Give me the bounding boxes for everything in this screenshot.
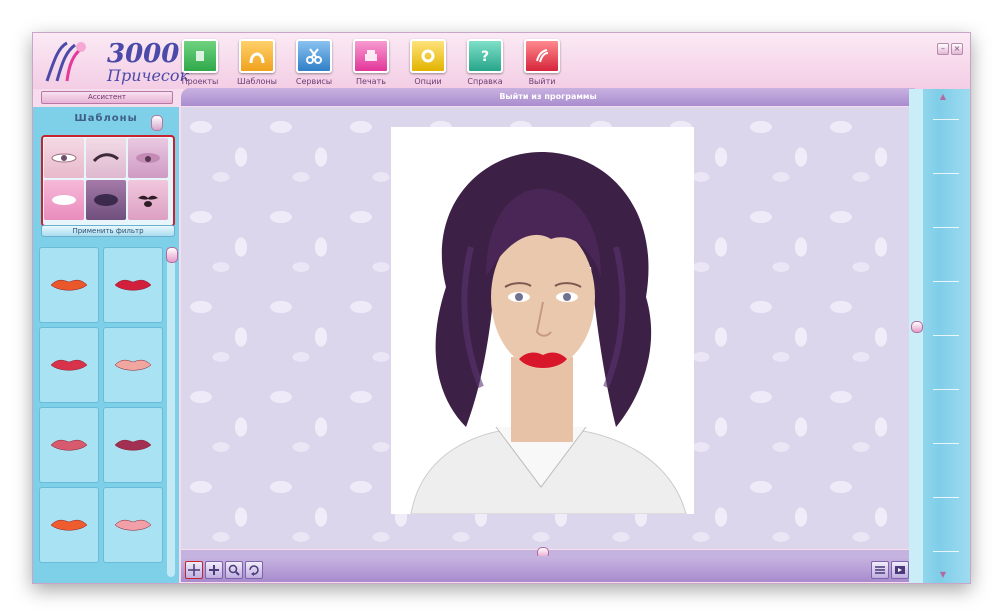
lip-item[interactable] <box>39 327 99 403</box>
lip-item[interactable] <box>103 407 163 483</box>
filter-eyes-2[interactable] <box>128 138 168 178</box>
logo-number: 3000 <box>107 39 180 69</box>
list-view-button[interactable] <box>871 561 889 579</box>
canvas-title: Выйти из программы <box>181 88 915 106</box>
top-toolbar: 3000 Причесок Проекты Шаблоны Сервисы Пе… <box>33 33 970 89</box>
pan-tool-button[interactable] <box>205 561 223 579</box>
magnifier-icon <box>228 564 240 576</box>
filter-grid <box>41 135 175 227</box>
logo-word: Причесок <box>107 66 190 85</box>
preview-icon <box>895 566 905 574</box>
lip-item[interactable] <box>103 247 163 323</box>
lips-grid <box>39 247 165 581</box>
apply-filter-button[interactable]: Применить фильтр <box>41 225 175 237</box>
pan-icon <box>209 565 219 575</box>
lips-icon <box>52 195 76 205</box>
lips-icon <box>114 279 152 291</box>
close-button[interactable]: × <box>951 43 963 55</box>
lip-item[interactable] <box>103 327 163 403</box>
panel-divider <box>933 443 959 444</box>
lip-item[interactable] <box>39 247 99 323</box>
workspace-canvas[interactable] <box>181 107 909 549</box>
exit-icon <box>524 39 560 73</box>
templates-panel: Шаблоны Применить фильтр <box>33 107 179 583</box>
right-scroll-thumb[interactable] <box>911 321 923 333</box>
panel-divider <box>933 551 959 552</box>
lips-icon <box>114 439 152 451</box>
projects-icon <box>182 39 218 73</box>
templates-icon <box>239 39 275 73</box>
portrait-image <box>410 152 687 514</box>
lips-scroll-thumb[interactable] <box>166 247 178 263</box>
lips-icon <box>114 519 152 531</box>
preview-button[interactable] <box>891 561 909 579</box>
filter-eyes-1[interactable] <box>44 138 84 178</box>
right-panel: ▲ ▼ <box>909 89 970 583</box>
services-button[interactable]: Сервисы <box>287 39 341 87</box>
panel-divider <box>933 119 959 120</box>
filter-brows[interactable] <box>86 138 126 178</box>
lips-icon <box>114 359 152 371</box>
help-icon: ? <box>467 39 503 73</box>
svg-text:?: ? <box>481 49 489 65</box>
lip-item[interactable] <box>39 487 99 563</box>
lip-item[interactable] <box>103 487 163 563</box>
zoom-tool-button[interactable] <box>225 561 243 579</box>
panel-divider <box>933 497 959 498</box>
bottom-toolbar <box>181 556 915 582</box>
right-scrollbar[interactable] <box>909 89 923 583</box>
select-tool-button[interactable] <box>185 561 203 579</box>
templates-button[interactable]: Шаблоны <box>230 39 284 87</box>
help-button[interactable]: ? Справка <box>458 39 512 87</box>
eye-shadow-icon <box>136 153 160 163</box>
print-button[interactable]: Печать <box>344 39 398 87</box>
assistant-button[interactable]: Ассистент <box>41 91 173 104</box>
templates-scroll-button[interactable] <box>151 115 163 131</box>
lips-scrollbar[interactable] <box>166 247 178 577</box>
eyeshadow-icon <box>94 194 118 206</box>
app-window: 3000 Причесок Проекты Шаблоны Сервисы Пе… <box>32 32 971 584</box>
logo-text: 3000 Причесок <box>107 39 190 85</box>
projects-button[interactable]: Проекты <box>173 39 227 87</box>
help-label: Справка <box>467 77 503 86</box>
exit-label: Выйти <box>528 77 556 86</box>
mustache-icon <box>138 195 158 207</box>
templates-label: Шаблоны <box>237 77 277 86</box>
options-icon <box>410 39 446 73</box>
panel-divider <box>933 389 959 390</box>
options-button[interactable]: Опции <box>401 39 455 87</box>
rotate-tool-button[interactable] <box>245 561 263 579</box>
move-arrows-icon <box>188 564 200 576</box>
panel-divider <box>933 227 959 228</box>
filter-mustache[interactable] <box>128 180 168 220</box>
print-label: Печать <box>356 77 386 86</box>
list-icon <box>875 566 885 574</box>
exit-button[interactable]: Выйти <box>515 39 569 87</box>
panel-divider <box>933 281 959 282</box>
options-label: Опции <box>414 77 442 86</box>
logo-figure-icon <box>45 41 86 82</box>
filter-lips[interactable] <box>44 180 84 220</box>
filter-eyeshadow[interactable] <box>86 180 126 220</box>
scroll-up-icon[interactable]: ▲ <box>937 93 949 101</box>
lip-item[interactable] <box>39 407 99 483</box>
panel-divider <box>933 335 959 336</box>
lips-icon <box>50 359 88 371</box>
app-logo: 3000 Причесок <box>37 37 190 89</box>
rotate-icon <box>249 565 259 576</box>
eyebrow-icon <box>92 153 119 163</box>
services-label: Сервисы <box>295 77 333 86</box>
projects-label: Проекты <box>181 77 219 86</box>
scroll-down-icon[interactable]: ▼ <box>937 571 949 579</box>
print-icon <box>353 39 389 73</box>
lips-icon <box>50 519 88 531</box>
panel-divider <box>933 173 959 174</box>
minimize-button[interactable]: – <box>937 43 949 55</box>
lips-icon <box>50 279 88 291</box>
portrait-photo <box>391 127 694 514</box>
scissors-icon <box>296 39 332 73</box>
lips-icon <box>50 439 88 451</box>
eye-icon <box>51 153 77 163</box>
